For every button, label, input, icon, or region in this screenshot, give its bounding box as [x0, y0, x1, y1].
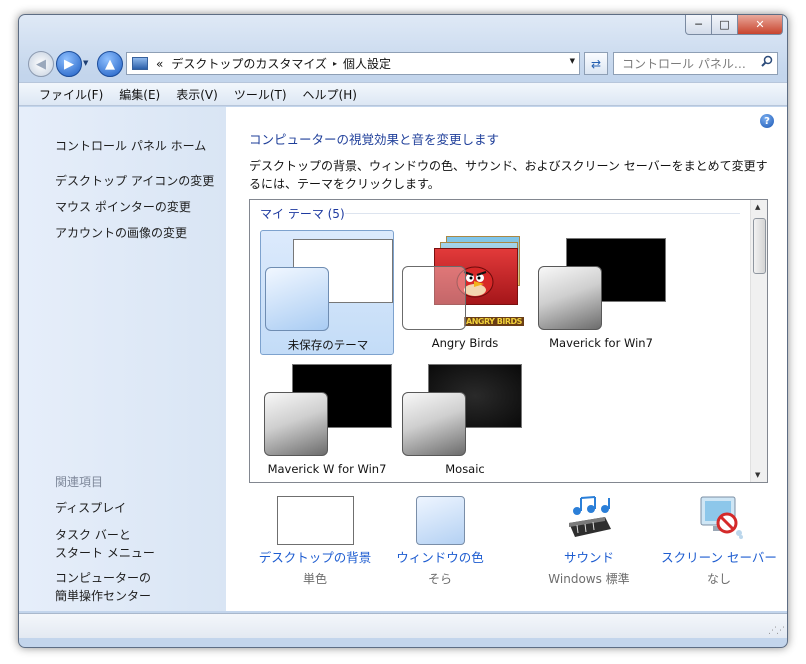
- display-link-label: ディスプレイ: [55, 501, 127, 515]
- desktop-background-label[interactable]: デスクトップの背景: [245, 547, 385, 566]
- main-content: ? コンピューターの視覚効果と音を変更します デスクトップの背景、ウィンドウの色…: [226, 107, 787, 611]
- menu-bar: ファイル(F) 編集(E) 表示(V) ツール(T) ヘルプ(H): [19, 82, 787, 106]
- theme-unsaved[interactable]: 未保存のテーマ: [260, 230, 394, 355]
- search-input[interactable]: コントロール パネル…: [622, 55, 746, 72]
- taskbar-link-line1: タスク バーと: [55, 528, 131, 542]
- theme-angry-birds[interactable]: ANGRY BIRDS Angry Birds: [398, 230, 532, 355]
- taskbar-link-line2: スタート メニュー: [55, 546, 155, 560]
- theme-list-scrollbar[interactable]: ▲ ▼: [750, 200, 767, 482]
- desktop-background-value: 単色: [302, 572, 327, 586]
- address-dropdown-icon[interactable]: ▼: [570, 57, 575, 65]
- back-arrow-icon: ◀: [36, 56, 46, 72]
- scroll-thumb[interactable]: [753, 218, 766, 274]
- ease-of-access-link[interactable]: コンピューターの 簡単操作センター: [55, 569, 151, 605]
- window-color-swatch: [265, 267, 329, 331]
- taskbar-link[interactable]: タスク バーと スタート メニュー: [55, 526, 155, 562]
- window-color-swatch: [538, 266, 602, 330]
- menu-tools[interactable]: ツール(T): [234, 86, 287, 103]
- status-bar: ⋰⋰: [19, 613, 787, 638]
- window-color-swatch: [264, 392, 328, 456]
- theme-maverick-w[interactable]: Maverick W for Win7: [260, 356, 394, 481]
- task-pane: コントロール パネル ホーム デスクトップ アイコンの変更 マウス ポインターの…: [19, 107, 226, 611]
- menu-file[interactable]: ファイル(F): [39, 86, 103, 103]
- theme-name: Angry Birds: [431, 336, 499, 350]
- control-panel-icon: [132, 57, 148, 70]
- angry-birds-logo: ANGRY BIRDS: [464, 317, 524, 326]
- menu-help[interactable]: ヘルプ(H): [303, 86, 357, 103]
- theme-name: Mosaic: [445, 462, 485, 476]
- desktop-icons-link[interactable]: デスクトップ アイコンの変更: [55, 172, 214, 190]
- forward-button[interactable]: ▶: [56, 51, 82, 77]
- control-panel-home-link[interactable]: コントロール パネル ホーム: [55, 137, 206, 155]
- menu-view[interactable]: 表示(V): [176, 86, 218, 103]
- refresh-icon: ⇄: [590, 56, 602, 71]
- page-description: デスクトップの背景、ウィンドウの色、サウンド、およびスクリーン セーバーをまとめ…: [249, 159, 768, 191]
- menu-edit[interactable]: 編集(E): [119, 86, 160, 103]
- breadcrumb-customize[interactable]: デスクトップのカスタマイズ: [171, 55, 327, 72]
- screen-saver-icon: [700, 496, 743, 539]
- scroll-up-icon[interactable]: ▲: [755, 203, 760, 211]
- ease-link-line1: コンピューターの: [55, 571, 152, 585]
- address-prefix: «: [156, 56, 164, 71]
- mouse-pointer-link[interactable]: マウス ポインターの変更: [55, 198, 191, 216]
- screen-saver-value: なし: [706, 572, 731, 586]
- caption-buttons: ─ □ ✕: [685, 15, 783, 35]
- display-link[interactable]: ディスプレイ: [55, 499, 126, 517]
- screen-saver-label[interactable]: スクリーン セーバー: [649, 547, 787, 566]
- sound-label[interactable]: サウンド: [519, 547, 659, 566]
- scroll-down-icon[interactable]: ▼: [755, 471, 760, 479]
- theme-name: Maverick for Win7: [549, 336, 653, 350]
- navigation-bar: ◀ ▶ ▼ ▲ « デスクトップのカスタマイズ ▸ 個人設定 ▼ ⇄ コントロー…: [19, 49, 787, 77]
- maximize-button[interactable]: □: [712, 15, 738, 35]
- my-themes-header[interactable]: マイ テーマ (5): [260, 205, 345, 222]
- related-heading: 関連項目: [55, 475, 104, 489]
- up-arrow-icon: ▲: [105, 56, 115, 72]
- breadcrumb-separator-icon[interactable]: ▸: [333, 59, 337, 68]
- desktop-background-icon: [277, 496, 354, 545]
- sound-icon: [569, 496, 611, 537]
- window-color-label[interactable]: ウィンドウの色: [370, 547, 510, 566]
- search-box[interactable]: コントロール パネル…: [613, 52, 778, 75]
- recent-pages-dropdown[interactable]: ▼: [83, 59, 88, 67]
- up-button[interactable]: ▲: [97, 51, 123, 77]
- search-icon[interactable]: [761, 55, 773, 67]
- close-button[interactable]: ✕: [738, 15, 783, 35]
- minimize-button[interactable]: ─: [685, 15, 712, 35]
- resize-grip-icon[interactable]: ⋰⋰: [768, 626, 785, 636]
- breadcrumb-personalization[interactable]: 個人設定: [343, 55, 391, 72]
- theme-list: マイ テーマ (5) 未保存のテーマ ANGRY BIRDS Angry Bir…: [249, 199, 768, 483]
- theme-maverick[interactable]: Maverick for Win7: [534, 230, 668, 355]
- forward-arrow-icon: ▶: [64, 56, 74, 72]
- window-color-icon: [416, 496, 465, 545]
- ease-link-line2: 簡単操作センター: [55, 589, 152, 603]
- group-divider: [345, 213, 740, 214]
- back-button[interactable]: ◀: [28, 51, 54, 77]
- window-color-swatch: [402, 392, 466, 456]
- address-bar[interactable]: « デスクトップのカスタマイズ ▸ 個人設定 ▼: [126, 52, 580, 75]
- window-color-value: そら: [427, 572, 452, 586]
- page-title: コンピューターの視覚効果と音を変更します: [249, 132, 500, 147]
- theme-name: Maverick W for Win7: [267, 462, 387, 476]
- sound-value: Windows 標準: [548, 572, 630, 586]
- window-color-swatch: [402, 266, 466, 330]
- account-picture-link[interactable]: アカウントの画像の変更: [55, 224, 187, 242]
- personalization-window: ─ □ ✕ ◀ ▶ ▼ ▲ « デスクトップのカスタマイズ ▸ 個人設定 ▼ ⇄…: [18, 14, 788, 648]
- theme-options: デスクトップの背景 単色 ウィンドウの色 そら サウンド Windows 標準: [226, 489, 787, 611]
- theme-mosaic[interactable]: Mosaic: [398, 356, 532, 481]
- help-icon[interactable]: ?: [760, 114, 774, 128]
- theme-name: 未保存のテーマ: [287, 338, 369, 352]
- refresh-button[interactable]: ⇄: [584, 52, 608, 75]
